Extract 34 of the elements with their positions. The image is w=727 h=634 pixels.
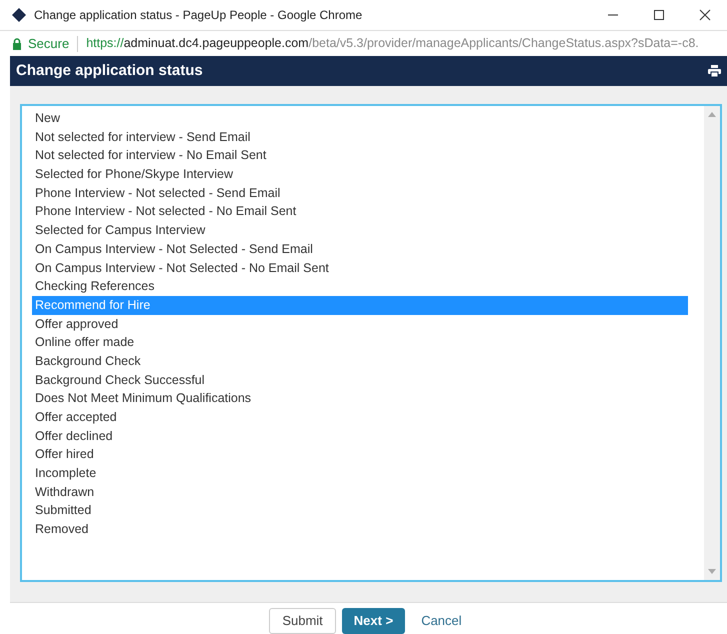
dialog-title: Change application status xyxy=(16,60,203,81)
status-option[interactable]: Offer approved xyxy=(32,314,688,334)
lock-icon xyxy=(12,38,22,50)
status-option[interactable]: Submitted xyxy=(32,501,688,520)
status-option[interactable]: Not selected for interview - Send Email xyxy=(32,128,688,146)
url-text[interactable]: https://adminuat.dc4.pageuppeople.com/beta/v5.3/provider/manageApplicants/ChangeStatus.aspx?sData=-c8. xyxy=(86,34,699,53)
window-title: Change application status - PageUp People - Google Chrome xyxy=(34,6,362,24)
security-label: Secure xyxy=(28,34,70,53)
status-option[interactable]: Removed xyxy=(32,520,688,539)
status-option[interactable]: Online offer made xyxy=(32,333,688,352)
app-logo-icon xyxy=(12,8,26,22)
status-option[interactable]: Offer declined xyxy=(32,426,688,446)
status-option[interactable]: Phone Interview - Not selected - Send Email xyxy=(32,184,688,202)
status-option[interactable]: On Campus Interview - Not Selected - Send Email xyxy=(32,240,688,259)
status-option[interactable]: Checking References xyxy=(32,277,688,296)
status-option[interactable]: Offer accepted xyxy=(32,408,688,427)
submit-button[interactable]: Submit xyxy=(269,608,336,634)
print-icon[interactable] xyxy=(708,65,721,78)
status-option[interactable]: Offer hired xyxy=(32,445,688,464)
status-option[interactable]: Selected for Phone/Skype Interview xyxy=(32,165,688,184)
close-icon[interactable] xyxy=(699,8,711,21)
status-option[interactable]: New xyxy=(32,109,688,128)
status-option[interactable]: Withdrawn xyxy=(32,482,688,502)
cancel-link[interactable]: Cancel xyxy=(411,608,472,634)
status-option[interactable]: Does Not Meet Minimum Qualifications xyxy=(32,389,688,408)
status-option[interactable]: Incomplete xyxy=(32,464,688,483)
status-option[interactable]: Selected for Campus Interview xyxy=(32,221,688,240)
status-option[interactable]: Background Check xyxy=(32,352,688,371)
maximize-icon[interactable] xyxy=(653,8,665,21)
status-option[interactable]: Background Check Successful xyxy=(32,370,688,390)
next-button[interactable]: Next > xyxy=(342,608,406,634)
status-option[interactable]: On Campus Interview - Not Selected - No Email Sent xyxy=(32,258,688,278)
status-option[interactable]: Not selected for interview - No Email Sent xyxy=(32,146,688,166)
status-option[interactable]: Phone Interview - Not selected - No Email Sent xyxy=(32,202,688,222)
